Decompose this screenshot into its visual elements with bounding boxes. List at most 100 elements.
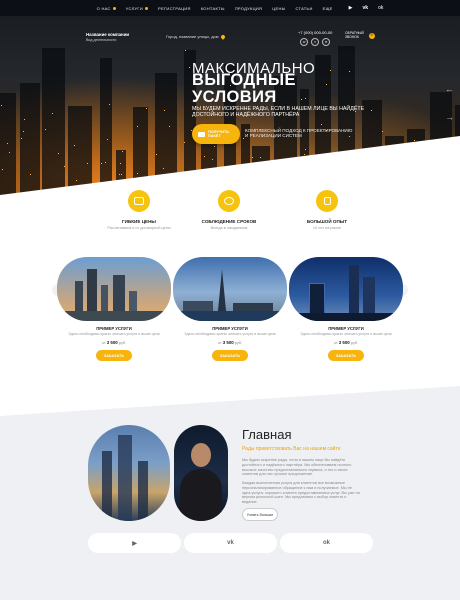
- window-light: [136, 126, 138, 128]
- window-light: [122, 150, 124, 152]
- window-light: [76, 186, 78, 188]
- nav-label: Услуги: [125, 5, 144, 11]
- feature-title: Гибкие цены: [122, 219, 156, 224]
- window-light: [189, 67, 191, 69]
- order-button[interactable]: Заказать: [212, 350, 248, 361]
- window-light: [304, 149, 306, 151]
- nav-item-prices[interactable]: Цены: [272, 6, 285, 11]
- header-contacts: +7 (000) 000-00-00 w v ➤: [298, 30, 332, 46]
- nav-label: Статьи: [295, 5, 313, 11]
- skyline-tower: [338, 46, 356, 195]
- window-light: [9, 152, 11, 154]
- service-card-title: Пример услуги: [328, 326, 364, 331]
- nav-item-services[interactable]: Услуги: [125, 5, 149, 11]
- price-value: 3 500: [338, 340, 350, 345]
- nav-item-more[interactable]: Еще: [323, 6, 333, 11]
- feature-subtitle: 10 лет на рынке: [312, 226, 342, 230]
- order-button[interactable]: Заказать: [96, 350, 132, 361]
- window-light: [438, 141, 440, 143]
- window-light: [105, 161, 107, 163]
- skyline-tower: [300, 88, 309, 195]
- feature-title: Соблюдение сроков: [201, 219, 257, 224]
- service-card-title: Пример услуги: [96, 326, 132, 331]
- window-light: [106, 138, 108, 140]
- arrow-right-icon[interactable]: →: [445, 112, 454, 122]
- skyline-tower: [384, 136, 404, 195]
- service-card-price: от 3 500 руб.: [57, 340, 171, 345]
- window-light: [301, 98, 303, 100]
- window-light: [326, 84, 328, 86]
- about-section-background: [0, 386, 460, 600]
- hero-heading: ВЫГОДНЫЕ УСЛОВИЯ: [192, 72, 296, 106]
- viber-icon[interactable]: v: [311, 38, 320, 46]
- feature-flexible-prices: Гибкие цены Расчитываем и от договорной …: [94, 190, 184, 230]
- skyline-tower: [99, 57, 112, 195]
- window-light: [108, 104, 110, 106]
- vk-link[interactable]: vk: [184, 533, 277, 553]
- price-prefix: от: [333, 341, 338, 345]
- order-button[interactable]: Заказать: [328, 350, 364, 361]
- window-light: [213, 145, 215, 147]
- nav-label: О нас: [96, 5, 111, 11]
- vk-icon[interactable]: vk: [363, 5, 369, 11]
- skyline-tower: [251, 145, 270, 195]
- window-light: [156, 154, 158, 156]
- company-brand[interactable]: Название компании Вид деятельности: [86, 32, 129, 42]
- service-card-image[interactable]: [173, 257, 287, 321]
- window-light: [376, 189, 378, 191]
- window-light: [304, 154, 306, 156]
- nav-dot-icon: [112, 6, 116, 10]
- price-suffix: руб.: [234, 341, 243, 345]
- feature-experience: Большой опыт 10 лет на рынке: [282, 190, 372, 230]
- feature-title: Большой опыт: [306, 219, 348, 224]
- learn-more-button[interactable]: Узнать больше: [242, 508, 278, 521]
- window-light: [369, 149, 371, 151]
- window-light: [212, 158, 214, 160]
- skyline-tower: [155, 72, 178, 195]
- window-light: [414, 139, 416, 141]
- window-light: [440, 168, 442, 170]
- price-value: 3 500: [222, 340, 234, 345]
- nav-item-articles[interactable]: Статьи: [295, 6, 312, 11]
- service-card-price: от 3 500 руб.: [289, 340, 403, 345]
- youtube-icon[interactable]: ▶: [349, 5, 353, 11]
- window-light: [136, 173, 138, 175]
- hero-heading-line: УСЛОВИЯ: [192, 88, 277, 106]
- telegram-icon[interactable]: ➤: [322, 38, 331, 46]
- about-subtitle: Рады приветствовать Вас на нашем сайте: [242, 446, 341, 452]
- whatsapp-icon[interactable]: w: [300, 38, 309, 46]
- skyline-tower: [68, 105, 93, 195]
- window-light: [330, 70, 332, 72]
- window-light: [293, 184, 295, 186]
- window-light: [64, 166, 66, 168]
- window-light: [390, 192, 392, 194]
- skyline-tower: [132, 106, 148, 195]
- odnoklassniki-icon[interactable]: ok: [378, 5, 383, 11]
- nav-item-contacts[interactable]: Контакты: [201, 6, 225, 11]
- skyline-tower: [314, 55, 331, 195]
- get-package-button[interactable]: Получить пакет: [192, 124, 240, 144]
- window-light: [1, 169, 3, 171]
- odnoklassniki-link[interactable]: ok: [280, 533, 373, 553]
- skyline-tower: [116, 149, 126, 195]
- about-city-image: [88, 425, 170, 521]
- phone-number[interactable]: +7 (000) 000-00-00: [298, 30, 332, 35]
- arrow-left-icon[interactable]: ←: [445, 84, 454, 94]
- window-light: [431, 177, 433, 179]
- service-card-image[interactable]: [289, 257, 403, 321]
- nav-item-registration[interactable]: Регистрация: [158, 6, 191, 11]
- landing-page: О нас Услуги Регистрация Контакты Продук…: [0, 0, 460, 600]
- youtube-link[interactable]: ▶: [88, 533, 181, 553]
- window-light: [388, 163, 390, 165]
- window-light: [22, 131, 24, 133]
- skyline-tower: [0, 93, 16, 195]
- window-light: [163, 167, 165, 169]
- skyline-tower: [201, 141, 217, 195]
- price-suffix: руб.: [350, 341, 359, 345]
- service-card-description: Здесь необходимо кратко описать услуги и…: [184, 332, 276, 336]
- nav-item-about[interactable]: О нас: [97, 6, 116, 11]
- callback-button[interactable]: Обратный звонок ✆: [345, 31, 375, 39]
- nav-item-products[interactable]: Продукция: [235, 6, 263, 11]
- company-name: Название компании: [86, 32, 130, 37]
- service-card-image[interactable]: [57, 257, 171, 321]
